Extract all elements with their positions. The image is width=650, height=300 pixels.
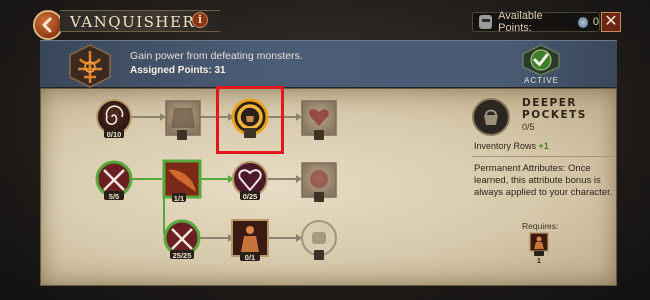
detail-name-line-1: DEEPER	[522, 97, 578, 109]
node-armor[interactable]	[165, 100, 201, 140]
node-pouch[interactable]	[231, 98, 269, 138]
node-count: 1/1	[173, 194, 185, 203]
divider	[472, 156, 614, 157]
detail-stat-value: +1	[538, 141, 549, 151]
tree-links	[132, 113, 302, 242]
detail-stat-label: Inventory Rows	[474, 141, 537, 151]
node-count: 0/10	[106, 130, 122, 139]
required-node-icon[interactable]	[529, 232, 549, 256]
deeper-pockets-icon	[472, 98, 510, 136]
node-count: 5/5	[108, 192, 120, 201]
node-heart-right[interactable]	[301, 162, 337, 202]
requires-count: 1	[536, 256, 542, 265]
node-heart-top[interactable]	[301, 100, 337, 140]
node-fist[interactable]	[301, 220, 337, 260]
detail-stat: Inventory Rows +1	[474, 141, 549, 151]
detail-name: DEEPER POCKETS	[522, 97, 587, 121]
node-count: 25/25	[172, 251, 192, 260]
node-count: 0/25	[242, 192, 258, 201]
requires-label: Requires:	[522, 221, 559, 231]
node-count: 0/1	[244, 253, 256, 262]
detail-rank: 0/5	[522, 122, 535, 132]
detail-name-line-2: POCKETS	[522, 109, 587, 121]
detail-permanent-text: Permanent Attributes: Once learned, this…	[474, 163, 613, 198]
